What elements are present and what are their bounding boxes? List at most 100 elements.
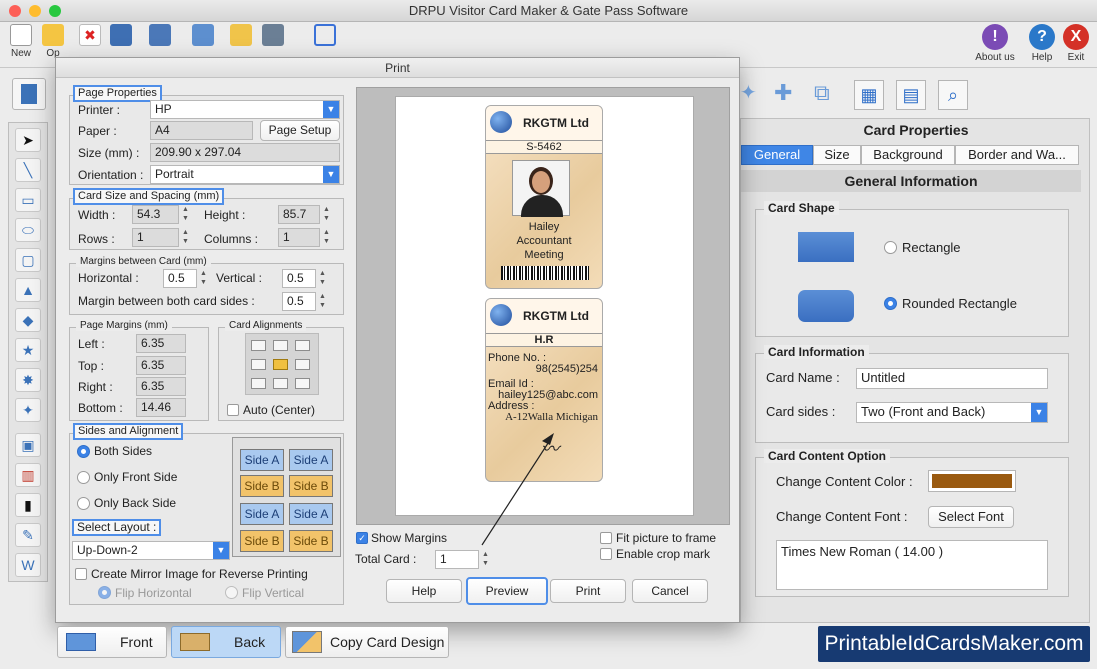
photo-face [532, 171, 550, 193]
line-tool-icon[interactable]: ╲ [15, 158, 41, 182]
zoom-icon[interactable]: ⌕ [938, 80, 968, 110]
vertical-stepper[interactable]: ▲ ▼ [317, 269, 328, 288]
rounded-rect-tool-icon[interactable]: ▢ [15, 248, 41, 272]
pointer-tool-icon[interactable]: ➤ [15, 128, 41, 152]
image-tool-icon[interactable]: ▣ [15, 433, 41, 457]
select-font-button[interactable]: Select Font [928, 506, 1014, 528]
height-field[interactable]: 85.7 [278, 205, 320, 224]
exit-button[interactable]: X Exit [1056, 24, 1096, 63]
align-middle-center[interactable] [273, 359, 288, 370]
page-setup-button[interactable]: Page Setup [260, 120, 340, 141]
barcode-tool-icon[interactable]: ▮ [15, 493, 41, 517]
columns-stepper[interactable]: ▲ ▼ [321, 228, 332, 247]
help-button[interactable]: Help [386, 579, 462, 603]
ruler-icon[interactable]: ▤ [896, 80, 926, 110]
mail-tool-button[interactable] [226, 24, 256, 48]
orientation-select[interactable]: Portrait ▼ [150, 165, 340, 184]
horizontal-stepper[interactable]: ▲ ▼ [198, 269, 209, 288]
rounded-rectangle-shape-preview [798, 290, 854, 322]
properties-toggle-button[interactable] [12, 78, 46, 110]
rows-field[interactable]: 1 [132, 228, 179, 247]
total-card-field[interactable]: 1 [435, 550, 479, 569]
margin-both-sides-field[interactable]: 0.5 [282, 292, 316, 311]
signature-tool-icon[interactable]: ✎ [15, 523, 41, 547]
new-button[interactable]: New [6, 24, 36, 59]
margin-both-sides-stepper[interactable]: ▲ ▼ [317, 292, 328, 311]
only-front-label: Only Front Side [94, 470, 178, 484]
burst-tool-icon[interactable]: ✸ [15, 368, 41, 392]
delete-tool-button[interactable]: ✖ [75, 24, 105, 48]
right-margin-label: Right : [78, 380, 113, 394]
zoom-window-button[interactable] [49, 5, 61, 17]
tab-background[interactable]: Background [861, 145, 955, 165]
rows-stepper[interactable]: ▲ ▼ [180, 228, 191, 247]
top-margin-field[interactable]: 6.35 [136, 356, 186, 375]
only-front-radio[interactable] [77, 471, 90, 484]
tab-size[interactable]: Size [813, 145, 861, 165]
ellipse-tool-icon[interactable]: ⬭ [15, 218, 41, 242]
flip-horizontal-radio[interactable] [98, 586, 111, 599]
front-side-button[interactable]: Front [57, 626, 167, 658]
mirror-image-checkbox[interactable] [75, 568, 87, 580]
card-name-input[interactable]: Untitled [856, 368, 1048, 389]
align-icon[interactable]: ✦ [740, 80, 760, 108]
right-margin-field[interactable]: 6.35 [136, 377, 186, 396]
show-margins-checkbox[interactable]: ✓ [356, 532, 368, 544]
preview-button[interactable]: Preview [466, 577, 548, 605]
card-sides-select[interactable]: Two (Front and Back) ▼ [856, 402, 1048, 423]
width-field[interactable]: 54.3 [132, 205, 179, 224]
cross-star-tool-icon[interactable]: ✦ [15, 398, 41, 422]
print-button[interactable]: Print [550, 579, 626, 603]
minimize-window-button[interactable] [29, 5, 41, 17]
fit-picture-checkbox[interactable] [600, 532, 612, 544]
align-bottom-center[interactable] [273, 378, 288, 389]
print-tool-button[interactable] [258, 24, 288, 48]
align-top-center[interactable] [273, 340, 288, 351]
open-button[interactable]: Op [38, 24, 68, 59]
horizontal-field[interactable]: 0.5 [163, 269, 197, 288]
crop-tool-button[interactable] [310, 24, 340, 48]
star-tool-icon[interactable]: ★ [15, 338, 41, 362]
export-tool-button[interactable] [188, 24, 218, 48]
height-stepper[interactable]: ▲ ▼ [321, 205, 332, 224]
about-us-button[interactable]: ! About us [975, 24, 1015, 63]
left-margin-field[interactable]: 6.35 [136, 334, 186, 353]
grid-icon[interactable]: ▦ [854, 80, 884, 110]
width-stepper[interactable]: ▲ ▼ [180, 205, 191, 224]
layout-select[interactable]: Up-Down-2 ▼ [72, 541, 230, 560]
save-tool-button[interactable] [106, 24, 136, 48]
copy-card-design-button[interactable]: Copy Card Design [285, 626, 449, 658]
bottom-margin-field[interactable]: 14.46 [136, 398, 186, 417]
triangle-tool-icon[interactable]: ▲ [15, 278, 41, 302]
printer-select[interactable]: HP ▼ [150, 100, 340, 119]
library-tool-icon[interactable]: ▥ [15, 463, 41, 487]
crop-mark-checkbox[interactable] [600, 548, 612, 560]
align-middle-left[interactable] [251, 359, 266, 370]
watermark-tool-icon[interactable]: W [15, 553, 41, 577]
ungroup-icon[interactable]: ⧉ [814, 80, 840, 108]
align-middle-right[interactable] [295, 359, 310, 370]
tab-general[interactable]: General [741, 145, 813, 165]
rectangle-radio[interactable] [884, 241, 897, 254]
diamond-tool-icon[interactable]: ◆ [15, 308, 41, 332]
auto-center-checkbox[interactable] [227, 404, 239, 416]
flip-vertical-radio[interactable] [225, 586, 238, 599]
align-top-right[interactable] [295, 340, 310, 351]
align-bottom-right[interactable] [295, 378, 310, 389]
cancel-button[interactable]: Cancel [632, 579, 708, 603]
vertical-field[interactable]: 0.5 [282, 269, 316, 288]
rounded-rectangle-radio[interactable] [884, 297, 897, 310]
group-icon[interactable]: ✚ [774, 80, 800, 108]
total-card-stepper[interactable]: ▲ ▼ [480, 550, 491, 569]
only-back-radio[interactable] [77, 497, 90, 510]
both-sides-radio[interactable] [77, 445, 90, 458]
rectangle-tool-icon[interactable]: ▭ [15, 188, 41, 212]
back-side-button[interactable]: Back [171, 626, 281, 658]
close-window-button[interactable] [9, 5, 21, 17]
save-as-tool-button[interactable] [145, 24, 175, 48]
align-top-left[interactable] [251, 340, 266, 351]
columns-field[interactable]: 1 [278, 228, 320, 247]
content-color-button[interactable] [928, 470, 1016, 492]
tab-border[interactable]: Border and Wa... [955, 145, 1079, 165]
align-bottom-left[interactable] [251, 378, 266, 389]
